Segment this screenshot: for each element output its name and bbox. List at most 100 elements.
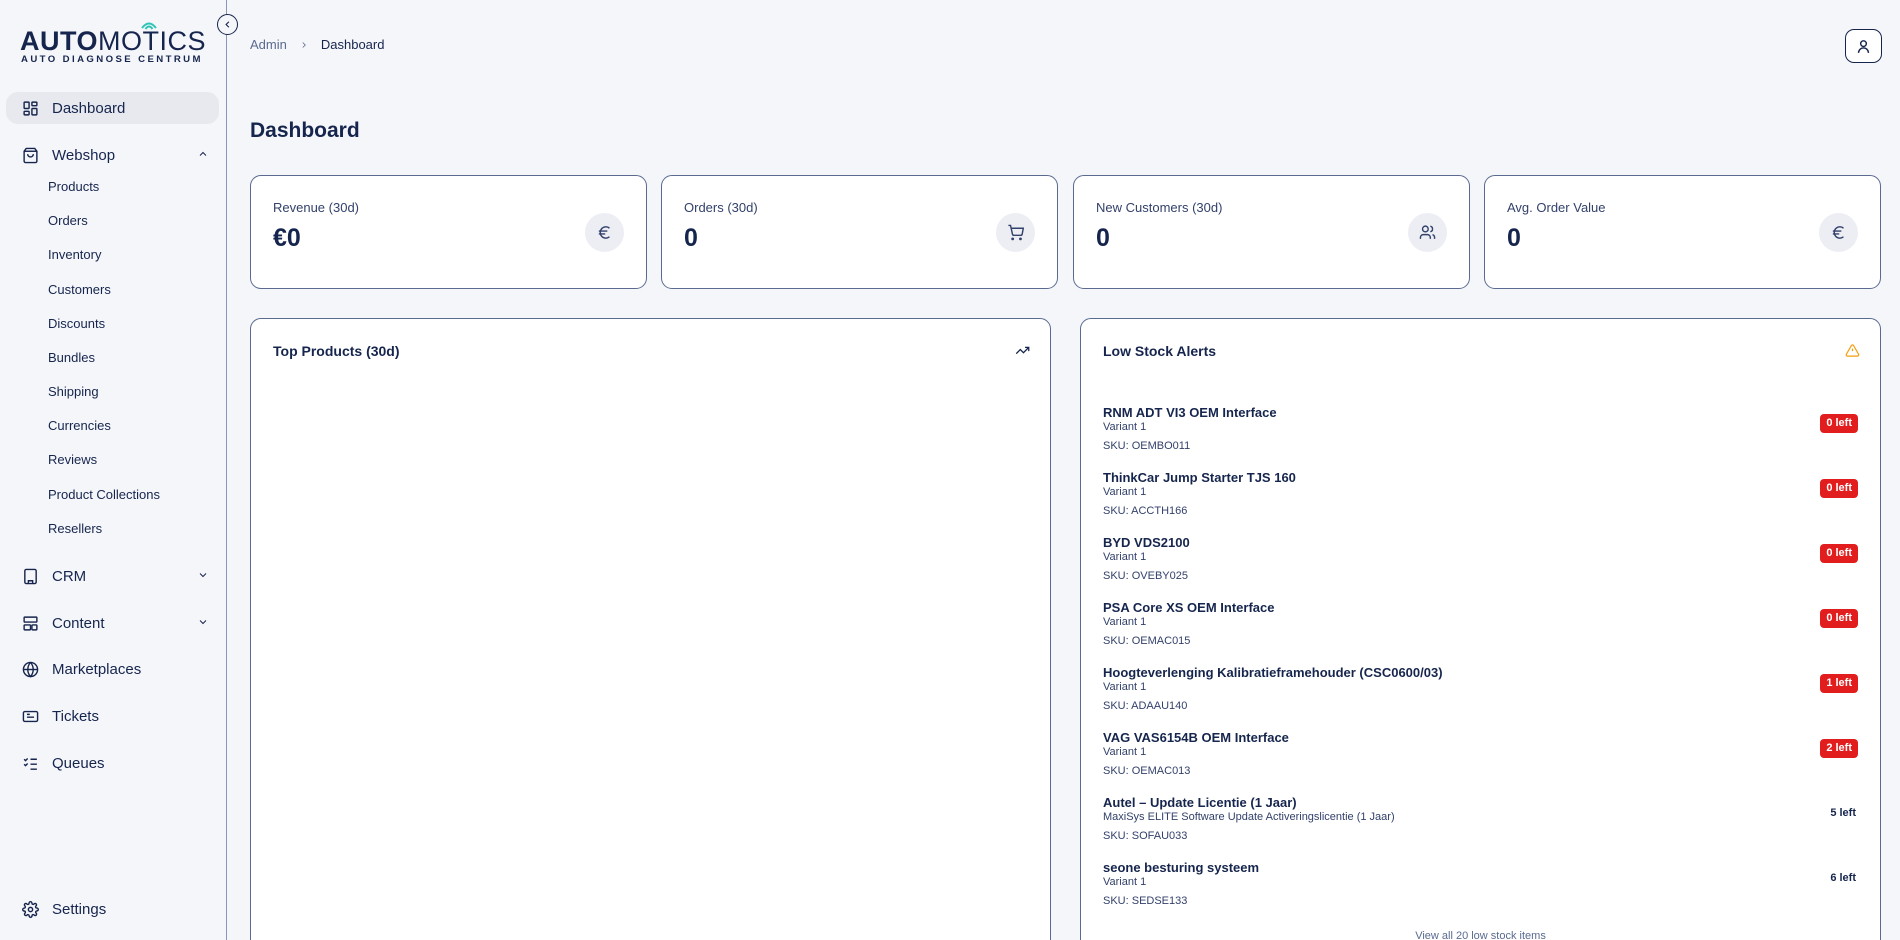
stock-item-sku: SKU: OVEBY025: [1103, 570, 1188, 582]
stock-item-variant: Variant 1: [1103, 616, 1147, 628]
stock-item-sku: SKU: OEMAC015: [1103, 635, 1191, 647]
view-all-low-stock-link[interactable]: View all 20 low stock items: [1081, 930, 1880, 940]
list-item[interactable]: ThinkCar Jump Starter TJS 160 Variant 1 …: [1103, 470, 1858, 526]
stock-count-badge: 2 left: [1820, 739, 1858, 758]
stat-card-orders: Orders (30d) 0: [661, 175, 1058, 289]
sidebar-subitem-bundles[interactable]: Bundles: [48, 349, 95, 367]
stat-label: New Customers (30d): [1096, 200, 1223, 215]
stock-item-sku: SKU: ACCTH166: [1103, 505, 1188, 517]
sidebar-item-content[interactable]: Content: [6, 607, 219, 639]
sidebar-item-label: Content: [52, 614, 105, 632]
sidebar-item-dashboard[interactable]: Dashboard: [6, 92, 219, 124]
sidebar-subitem-resellers[interactable]: Resellers: [48, 520, 102, 538]
breadcrumb-current: Dashboard: [320, 37, 385, 52]
stock-item-variant: Variant 1: [1103, 746, 1147, 758]
user-icon: [1857, 39, 1870, 53]
building-icon: [20, 566, 40, 586]
sidebar-item-label: Queues: [52, 754, 105, 772]
chevron-down-icon[interactable]: [197, 616, 209, 628]
globe-icon: [20, 659, 40, 679]
layout-icon: [20, 613, 40, 633]
brand-name: AUTOMOTICS: [20, 26, 207, 56]
trending-up-icon: [1015, 343, 1030, 363]
stock-count-badge: 1 left: [1820, 674, 1858, 693]
stock-count-badge: 0 left: [1820, 414, 1858, 433]
sidebar-item-label: Marketplaces: [52, 660, 142, 678]
list-item[interactable]: PSA Core XS OEM Interface Variant 1 SKU:…: [1103, 600, 1858, 656]
top-products-panel: Top Products (30d): [250, 318, 1051, 940]
stock-item-name: seone besturing systeem: [1103, 860, 1260, 875]
sidebar-item-marketplaces[interactable]: Marketplaces: [6, 653, 219, 685]
sidebar-item-crm[interactable]: CRM: [6, 560, 219, 592]
grid-icon: [20, 98, 40, 118]
sidebar-item-label: CRM: [52, 567, 87, 585]
stock-item-variant: MaxiSys ELITE Software Update Activering…: [1103, 811, 1395, 823]
collapse-sidebar-button[interactable]: [217, 14, 238, 35]
stock-item-sku: SKU: OEMAC013: [1103, 765, 1191, 777]
sidebar-subitem-currencies[interactable]: Currencies: [48, 417, 111, 435]
chevron-down-icon[interactable]: [197, 569, 209, 581]
stock-count-badge: 0 left: [1820, 479, 1858, 498]
stock-item-name: Autel – Update Licentie (1 Jaar): [1103, 795, 1297, 810]
stat-label: Avg. Order Value: [1507, 200, 1606, 215]
sidebar-item-label: Tickets: [52, 707, 99, 725]
warning-icon: [1845, 343, 1860, 363]
shopping-bag-icon: [20, 145, 40, 165]
stock-item-variant: Variant 1: [1103, 551, 1147, 563]
stat-label: Revenue (30d): [273, 200, 359, 215]
sidebar-item-tickets[interactable]: Tickets: [6, 700, 219, 732]
euro-icon: [1819, 213, 1858, 252]
stock-item-variant: Variant 1: [1103, 876, 1147, 888]
breadcrumb: Admin Dashboard: [250, 37, 384, 52]
stat-card-revenue: Revenue (30d) €0: [250, 175, 647, 289]
cart-icon: [996, 213, 1035, 252]
stock-item-name: ThinkCar Jump Starter TJS 160: [1103, 470, 1296, 485]
sidebar-item-webshop[interactable]: Webshop: [6, 139, 219, 171]
stat-value: 0: [1096, 224, 1110, 252]
ticket-icon: [20, 706, 40, 726]
sidebar-subitem-product-collections[interactable]: Product Collections: [48, 486, 160, 504]
sidebar-item-queues[interactable]: Queues: [6, 747, 219, 779]
sidebar-subitem-discounts[interactable]: Discounts: [48, 315, 105, 333]
sidebar-item-label: Webshop: [52, 146, 116, 164]
stat-value: €0: [273, 224, 301, 252]
stock-count-badge: 6 left: [1830, 872, 1856, 884]
sidebar-item-settings[interactable]: Settings: [6, 893, 219, 925]
sidebar-subitem-products[interactable]: Products: [48, 178, 99, 196]
sidebar-subitem-customers[interactable]: Customers: [48, 281, 111, 299]
list-checks-icon: [20, 753, 40, 773]
list-item[interactable]: BYD VDS2100 Variant 1 SKU: OVEBY025 0 le…: [1103, 535, 1858, 591]
chevron-left-icon: [225, 21, 230, 28]
list-item[interactable]: Hoogteverlenging Kalibratieframehouder (…: [1103, 665, 1858, 721]
list-item[interactable]: seone besturing systeem Variant 1 SKU: S…: [1103, 860, 1858, 916]
panel-title: Top Products (30d): [273, 343, 400, 359]
stat-value: 0: [1507, 224, 1521, 252]
sidebar-item-label: Dashboard: [52, 99, 126, 117]
stock-count-badge: 5 left: [1830, 807, 1856, 819]
stock-item-sku: SKU: SOFAU033: [1103, 830, 1188, 842]
sidebar-subitem-orders[interactable]: Orders: [48, 212, 88, 230]
list-item[interactable]: Autel – Update Licentie (1 Jaar) MaxiSys…: [1103, 795, 1858, 851]
low-stock-panel: Low Stock Alerts RNM ADT VI3 OEM Interfa…: [1080, 318, 1881, 940]
users-icon: [1408, 213, 1447, 252]
sidebar-subitem-shipping[interactable]: Shipping: [48, 383, 99, 401]
sidebar-subitem-inventory[interactable]: Inventory: [48, 246, 101, 264]
breadcrumb-admin[interactable]: Admin: [250, 37, 287, 52]
stat-card-avg-order-value: Avg. Order Value 0: [1484, 175, 1881, 289]
sidebar-item-label: Settings: [52, 900, 107, 918]
stock-item-variant: Variant 1: [1103, 421, 1147, 433]
user-menu-button[interactable]: [1845, 29, 1882, 63]
list-item[interactable]: VAG VAS6154B OEM Interface Variant 1 SKU…: [1103, 730, 1858, 786]
stat-card-new-customers: New Customers (30d) 0: [1073, 175, 1470, 289]
list-item[interactable]: RNM ADT VI3 OEM Interface Variant 1 SKU:…: [1103, 405, 1858, 461]
stock-item-name: PSA Core XS OEM Interface: [1103, 600, 1275, 615]
logo[interactable]: AUTOMOTICS AUTO DIAGNOSE CENTRUM: [20, 20, 206, 70]
chevron-up-icon[interactable]: [197, 148, 209, 160]
panel-title: Low Stock Alerts: [1103, 343, 1217, 359]
stock-count-badge: 0 left: [1820, 544, 1858, 563]
stat-value: 0: [684, 224, 698, 252]
stock-item-name: VAG VAS6154B OEM Interface: [1103, 730, 1289, 745]
sidebar-subitem-reviews[interactable]: Reviews: [48, 451, 97, 469]
stock-item-variant: Variant 1: [1103, 486, 1147, 498]
brand-tagline: AUTO DIAGNOSE CENTRUM: [21, 54, 203, 65]
